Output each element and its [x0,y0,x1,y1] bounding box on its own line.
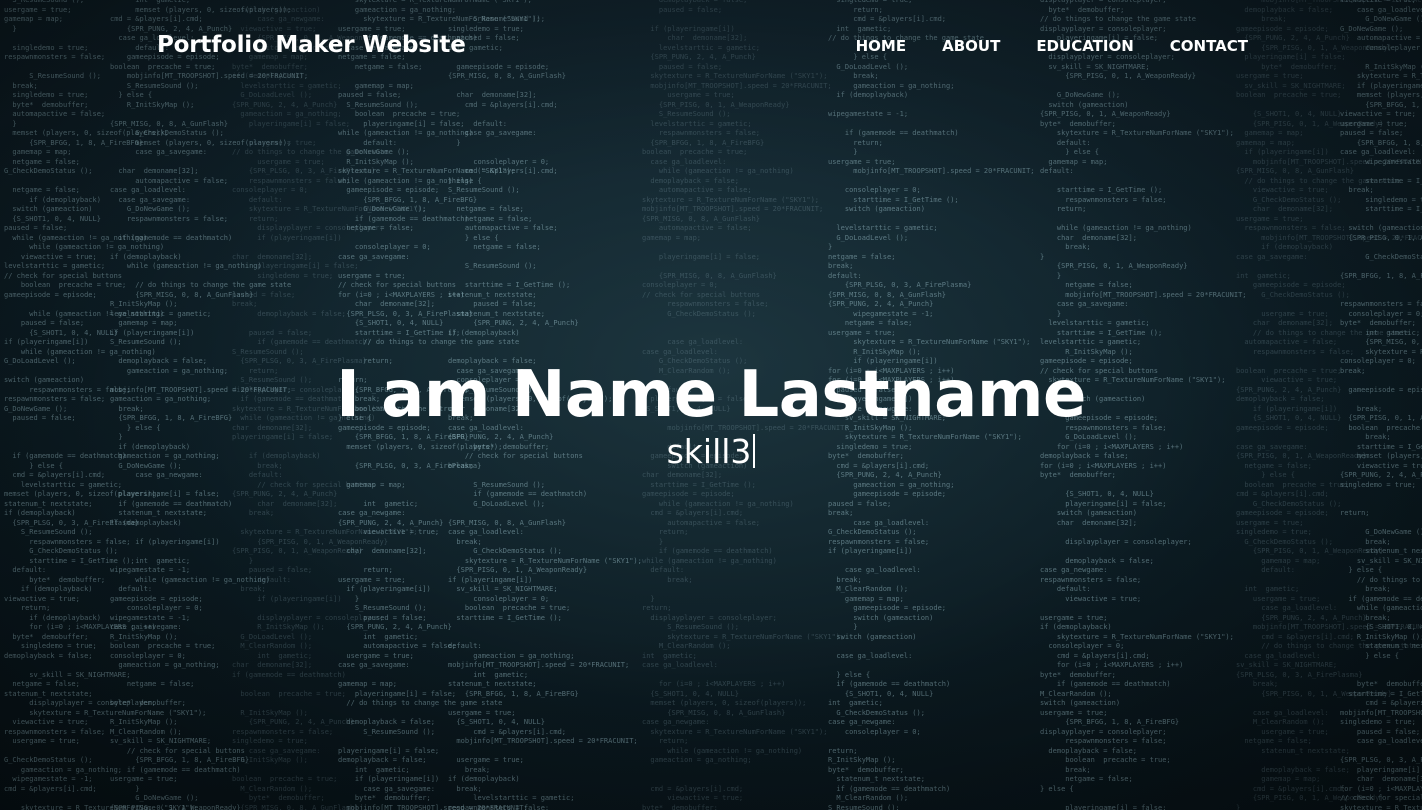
typing-cursor [753,434,756,468]
nav-link-contact[interactable]: CONTACT [1170,37,1248,55]
nav-link-education[interactable]: EDUCATION [1036,37,1133,55]
hero-section: S_ResumeSound (); usergame = true; gamem… [0,0,1422,810]
typed-skill-text: skill3 [666,432,752,471]
navbar: Portfolio Maker Website HOME ABOUT EDUCA… [0,0,1422,95]
typed-skill-line: skill3 [0,432,1422,471]
nav-link-about[interactable]: ABOUT [942,37,1000,55]
nav-link-home[interactable]: HOME [856,37,906,55]
hero-title: I am Name Lastname [336,357,1086,432]
brand-link[interactable]: Portfolio Maker Website [157,32,466,58]
nav-links: HOME ABOUT EDUCATION CONTACT [856,37,1248,55]
